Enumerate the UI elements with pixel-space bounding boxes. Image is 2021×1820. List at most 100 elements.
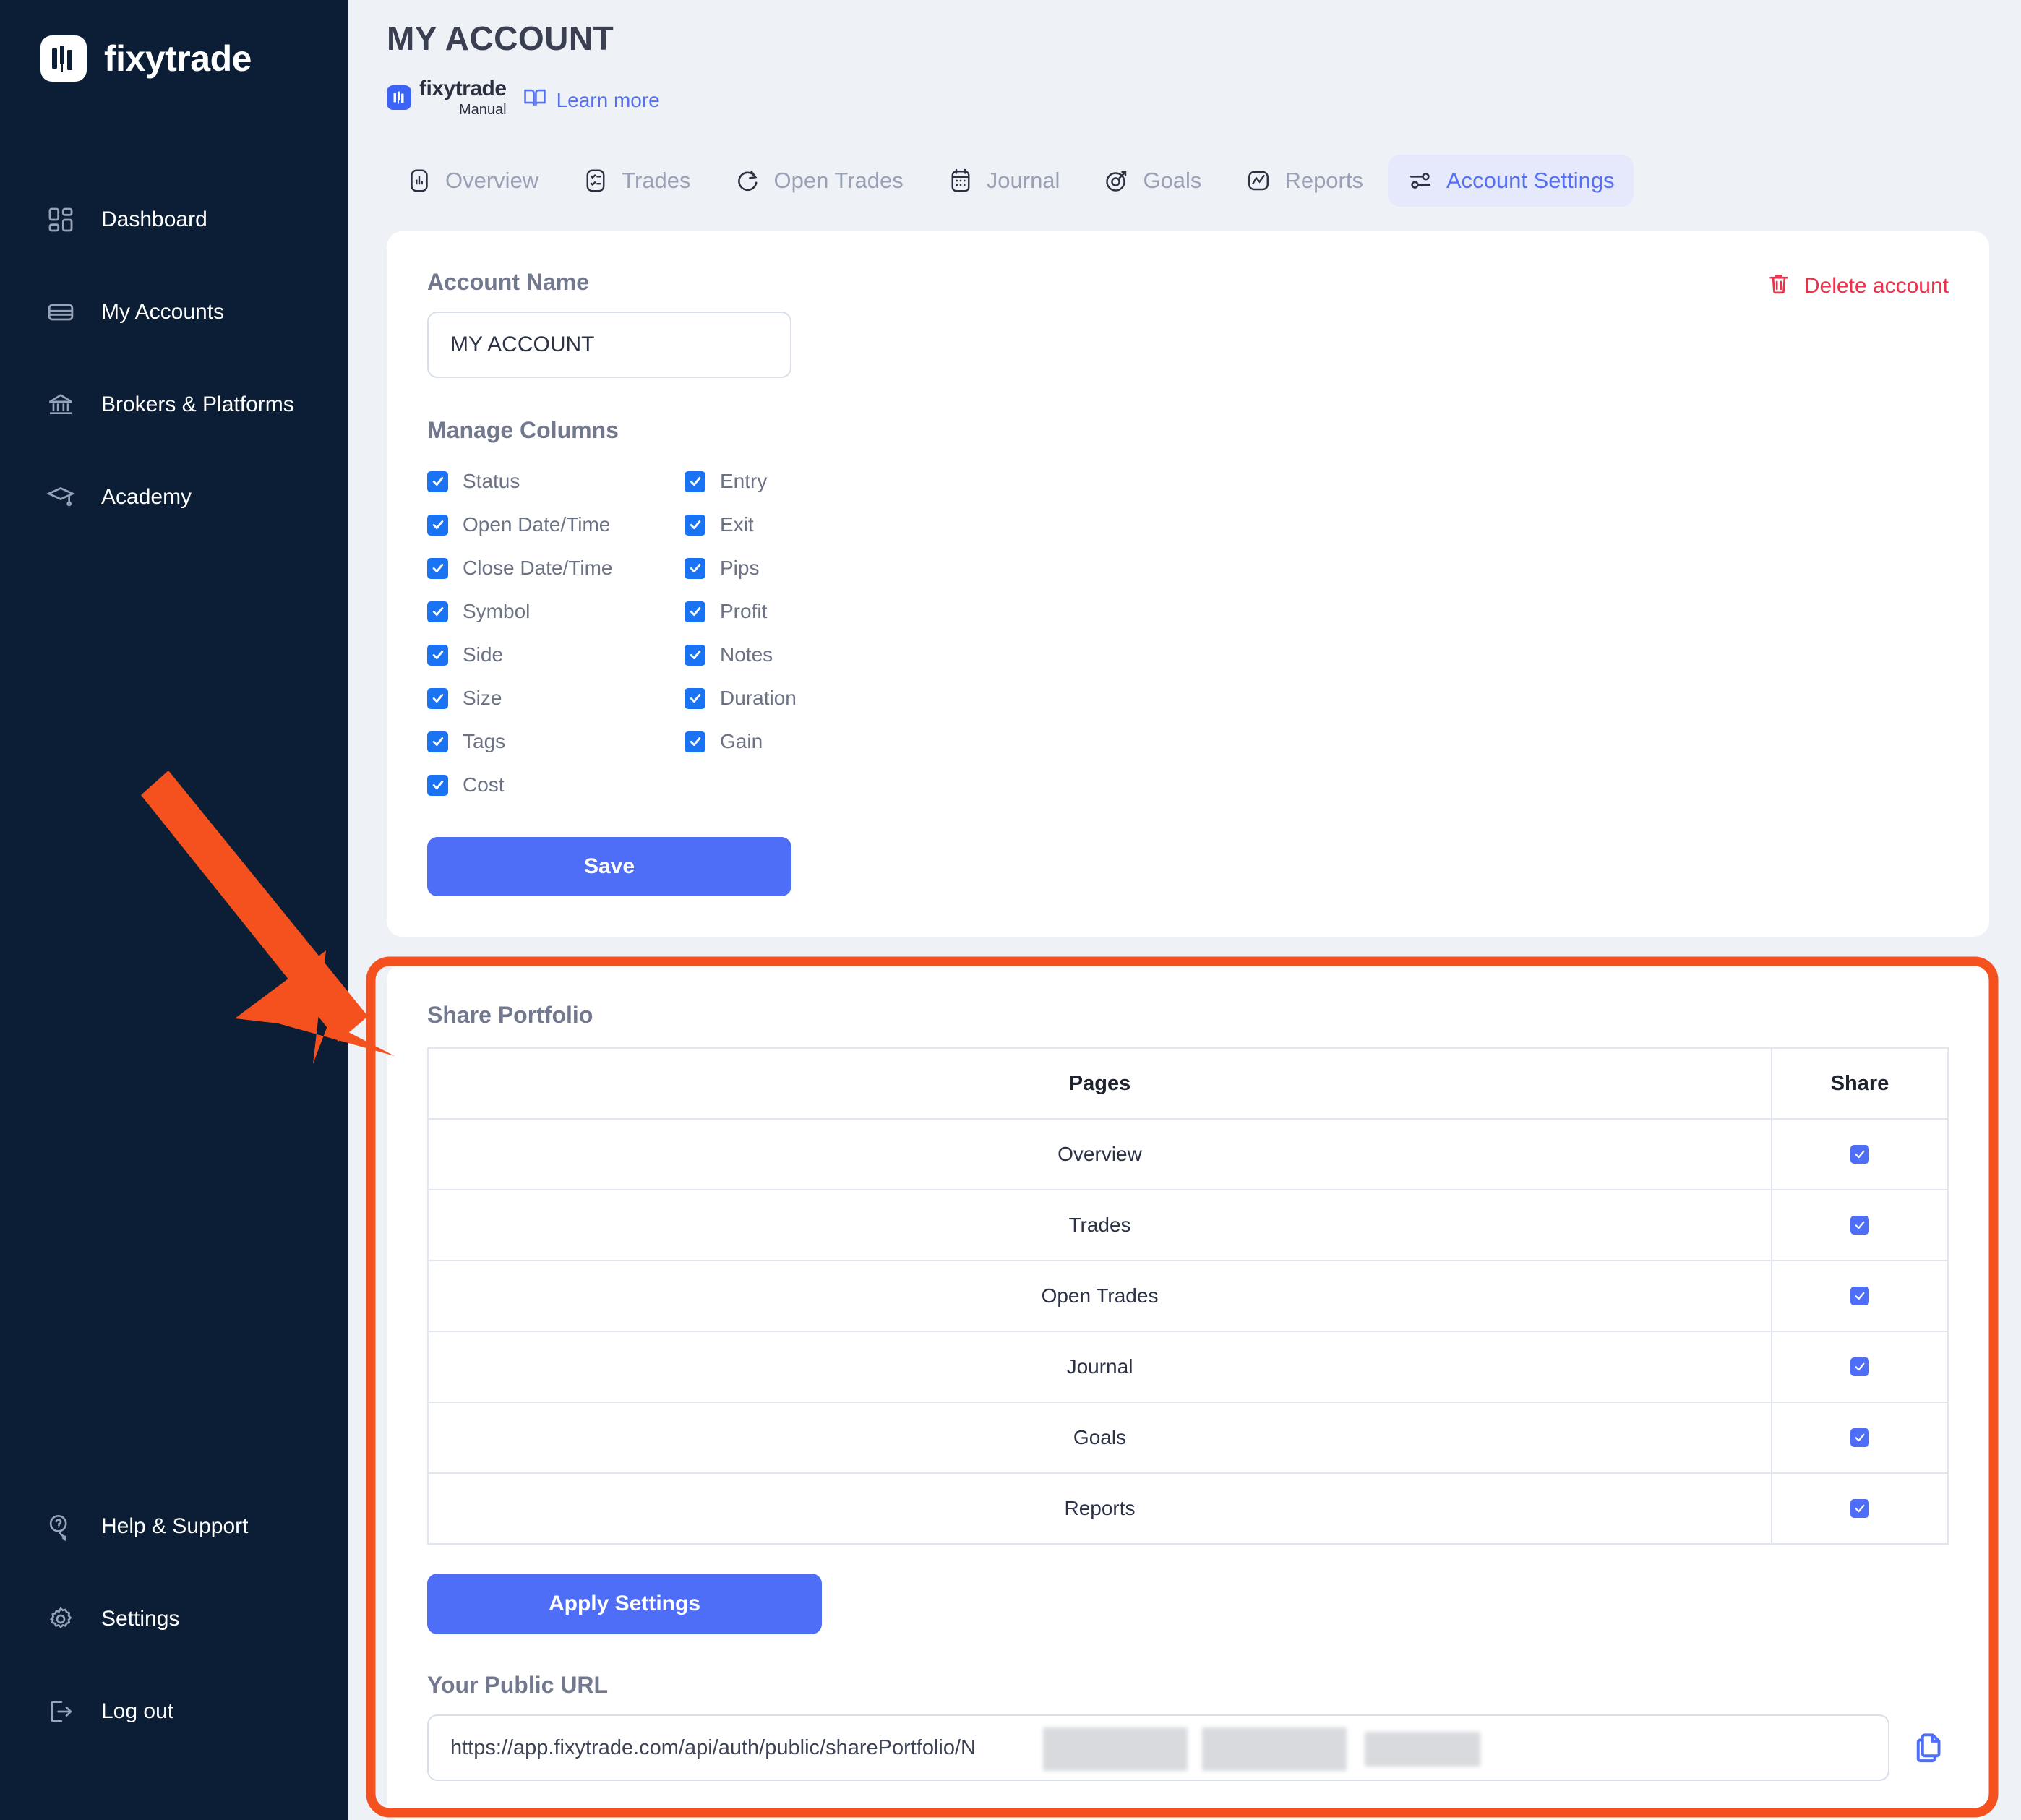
table-row: Goals xyxy=(427,1402,1949,1474)
page-name-cell: Goals xyxy=(427,1402,1772,1474)
share-toggle-cell[interactable] xyxy=(1771,1260,1949,1332)
column-checkbox-exit[interactable]: Exit xyxy=(685,503,1949,546)
account-name-label: Account Name xyxy=(427,269,590,295)
check-icon[interactable] xyxy=(1850,1428,1869,1447)
column-checkbox-duration[interactable]: Duration xyxy=(685,677,1949,720)
share-toggle-cell[interactable] xyxy=(1771,1331,1949,1403)
tab-goals[interactable]: Goals xyxy=(1084,155,1220,207)
column-checkbox-open-date-time[interactable]: Open Date/Time xyxy=(427,503,685,546)
check-icon[interactable] xyxy=(1850,1216,1869,1235)
share-portfolio-table: Pages Share Overview Trades Open Trades … xyxy=(427,1047,1949,1545)
book-open-icon xyxy=(523,85,547,115)
column-checkbox-symbol[interactable]: Symbol xyxy=(427,590,685,633)
public-url-input[interactable]: https://app.fixytrade.com/api/auth/publi… xyxy=(427,1714,1889,1781)
sidebar: fixytrade Dashboard My Accounts Brokers … xyxy=(0,0,348,1820)
table-row: Trades xyxy=(427,1189,1949,1261)
share-toggle-cell[interactable] xyxy=(1771,1472,1949,1545)
check-icon xyxy=(685,557,705,579)
check-icon xyxy=(427,557,448,579)
check-icon xyxy=(427,731,448,752)
manage-columns-left: Status Open Date/Time Close Date/Time Sy… xyxy=(427,460,685,807)
column-checkbox-gain[interactable]: Gain xyxy=(685,720,1949,763)
table-row: Open Trades xyxy=(427,1260,1949,1332)
tab-open-trades[interactable]: Open Trades xyxy=(716,155,922,207)
target-icon xyxy=(1103,167,1130,194)
sidebar-item-label: My Accounts xyxy=(101,300,225,324)
check-icon xyxy=(685,731,705,752)
account-name-input[interactable]: MY ACCOUNT xyxy=(427,312,791,378)
app-root: fixytrade Dashboard My Accounts Brokers … xyxy=(0,0,2021,1820)
logout-icon xyxy=(45,1696,77,1727)
bar-chart-icon xyxy=(406,167,433,194)
check-icon[interactable] xyxy=(1850,1357,1869,1376)
delete-account-label: Delete account xyxy=(1803,274,1949,298)
column-label: Cost xyxy=(463,773,505,796)
table-row: Reports xyxy=(427,1472,1949,1545)
column-label: Close Date/Time xyxy=(463,557,613,579)
column-checkbox-size[interactable]: Size xyxy=(427,677,685,720)
redacted-url-segment xyxy=(1202,1727,1347,1771)
fixytrade-mini-logo-icon xyxy=(387,85,411,110)
sidebar-item-label: Brokers & Platforms xyxy=(101,392,294,416)
copy-icon[interactable] xyxy=(1911,1729,1949,1767)
column-checkbox-pips[interactable]: Pips xyxy=(685,546,1949,590)
column-checkbox-status[interactable]: Status xyxy=(427,460,685,503)
page-name-cell: Journal xyxy=(427,1331,1772,1403)
brand-name: fixytrade xyxy=(104,38,252,79)
page-name-cell: Open Trades xyxy=(427,1260,1772,1332)
tab-journal[interactable]: Journal xyxy=(928,155,1079,207)
column-checkbox-tags[interactable]: Tags xyxy=(427,720,685,763)
sliders-icon xyxy=(1407,167,1434,194)
brand[interactable]: fixytrade xyxy=(0,0,348,94)
check-icon xyxy=(427,601,448,622)
column-label: Symbol xyxy=(463,600,531,622)
share-toggle-cell[interactable] xyxy=(1771,1189,1949,1261)
check-icon xyxy=(685,644,705,666)
sidebar-item-log-out[interactable]: Log out xyxy=(0,1665,348,1758)
check-icon[interactable] xyxy=(1850,1145,1869,1164)
check-icon[interactable] xyxy=(1850,1287,1869,1305)
column-checkbox-close-date-time[interactable]: Close Date/Time xyxy=(427,546,685,590)
public-url-label: Your Public URL xyxy=(427,1672,609,1698)
column-checkbox-cost[interactable]: Cost xyxy=(427,763,685,807)
tab-reports[interactable]: Reports xyxy=(1226,155,1382,207)
column-label: Gain xyxy=(720,730,763,752)
column-label: Duration xyxy=(720,687,797,709)
sidebar-item-help-support[interactable]: Help & Support xyxy=(0,1480,348,1573)
tab-label: Overview xyxy=(445,168,539,193)
credit-card-icon xyxy=(45,296,77,328)
learn-more-link[interactable]: Learn more xyxy=(523,85,660,117)
column-header-share: Share xyxy=(1771,1047,1949,1120)
sidebar-item-settings[interactable]: Settings xyxy=(0,1573,348,1665)
column-checkbox-side[interactable]: Side xyxy=(427,633,685,677)
check-icon[interactable] xyxy=(1850,1499,1869,1518)
delete-account-button[interactable]: Delete account xyxy=(1767,270,1949,302)
column-label: Pips xyxy=(720,557,760,579)
trash-icon xyxy=(1767,270,1791,302)
save-button[interactable]: Save xyxy=(427,837,791,896)
page-name-cell: Trades xyxy=(427,1189,1772,1261)
sidebar-item-my-accounts[interactable]: My Accounts xyxy=(0,266,348,359)
share-toggle-cell[interactable] xyxy=(1771,1402,1949,1474)
tab-label: Trades xyxy=(622,168,691,193)
sidebar-item-dashboard[interactable]: Dashboard xyxy=(0,173,348,266)
manage-columns-grid: Status Open Date/Time Close Date/Time Sy… xyxy=(427,460,1949,807)
tab-label: Journal xyxy=(986,168,1060,193)
sidebar-item-label: Academy xyxy=(101,485,192,509)
fixytrade-logo-icon xyxy=(40,35,87,82)
sidebar-item-brokers-platforms[interactable]: Brokers & Platforms xyxy=(0,359,348,451)
tab-label: Goals xyxy=(1143,168,1202,193)
tab-account-settings[interactable]: Account Settings xyxy=(1387,155,1634,207)
column-checkbox-entry[interactable]: Entry xyxy=(685,460,1949,503)
tab-trades[interactable]: Trades xyxy=(563,155,709,207)
column-checkbox-notes[interactable]: Notes xyxy=(685,633,1949,677)
tab-overview[interactable]: Overview xyxy=(387,155,557,207)
share-toggle-cell[interactable] xyxy=(1771,1118,1949,1190)
apply-settings-button[interactable]: Apply Settings xyxy=(427,1574,822,1634)
column-checkbox-profit[interactable]: Profit xyxy=(685,590,1949,633)
check-icon xyxy=(427,774,448,796)
check-icon xyxy=(427,644,448,666)
page-title: MY ACCOUNT xyxy=(387,20,614,57)
sidebar-nav-bottom: Help & Support Settings Log out xyxy=(0,1480,348,1758)
sidebar-item-academy[interactable]: Academy xyxy=(0,451,348,544)
